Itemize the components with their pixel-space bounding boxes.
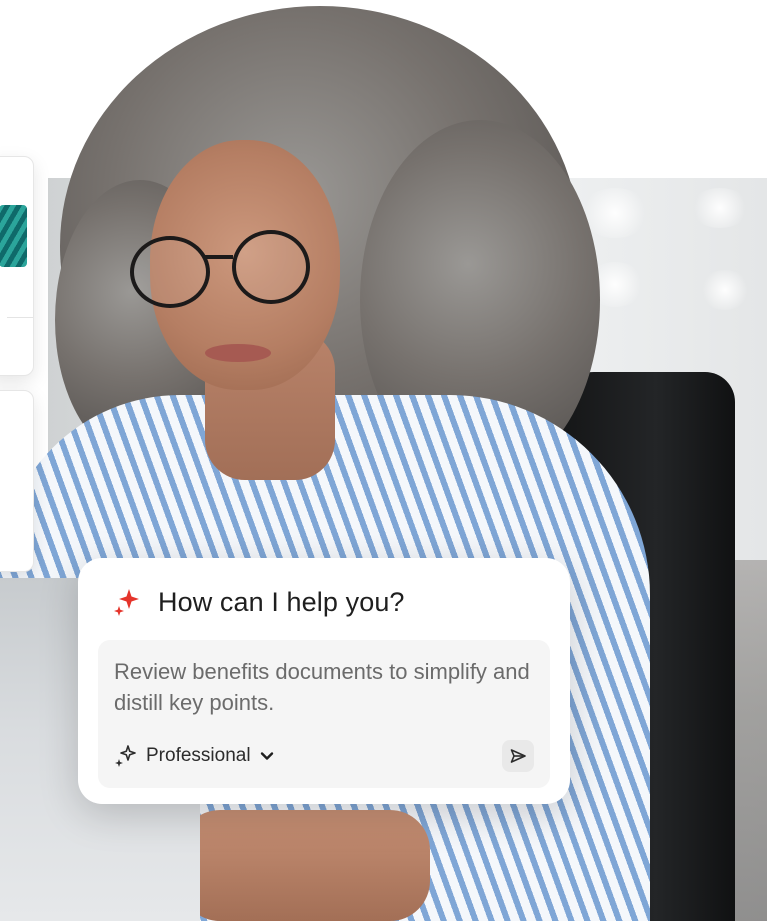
panel-divider — [7, 317, 33, 318]
side-panel-card — [0, 390, 34, 572]
chevron-down-icon — [259, 748, 275, 764]
person-lips — [205, 344, 271, 362]
send-button[interactable] — [502, 740, 534, 772]
side-panel-card — [0, 156, 34, 376]
ceiling-light — [700, 270, 750, 310]
sparkles-icon — [114, 744, 138, 768]
glasses-bridge — [205, 255, 233, 259]
assistant-header: How can I help you? — [112, 584, 405, 620]
thumbnail-image — [0, 205, 27, 267]
ceiling-light — [690, 188, 750, 228]
prompt-input[interactable]: Review benefits documents to simplify an… — [98, 640, 550, 788]
send-icon — [509, 747, 527, 765]
assistant-prompt-card: How can I help you? Review benefits docu… — [78, 558, 570, 804]
tone-label: Professional — [146, 745, 251, 766]
assistant-title: How can I help you? — [158, 586, 405, 617]
tone-dropdown[interactable]: Professional — [114, 744, 275, 768]
person-hands — [180, 810, 430, 921]
prompt-text[interactable]: Review benefits documents to simplify an… — [114, 656, 534, 718]
sparkle-icon — [112, 587, 142, 617]
glasses-lens — [130, 236, 210, 308]
glasses-lens — [232, 230, 310, 304]
